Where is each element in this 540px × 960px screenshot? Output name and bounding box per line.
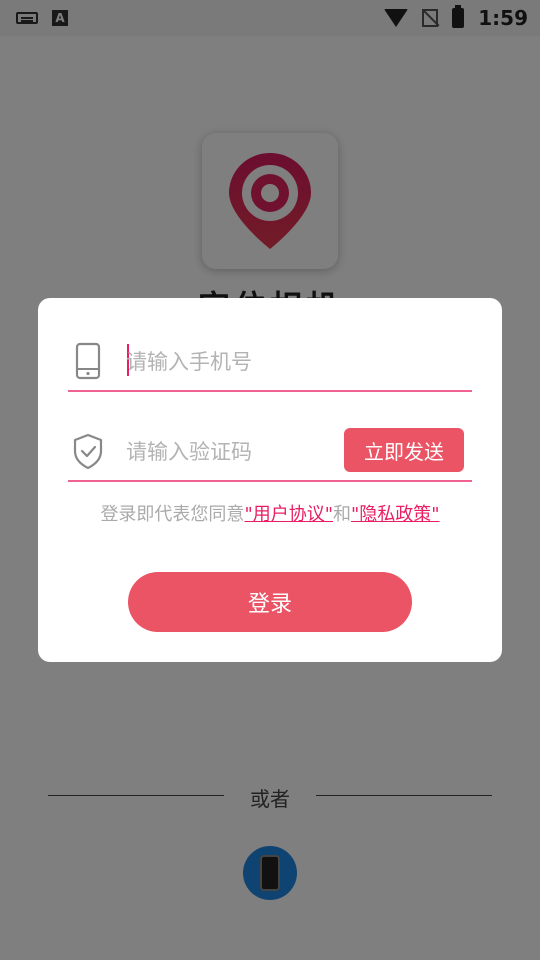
mobile-phone-icon <box>75 342 101 380</box>
verification-code-input[interactable] <box>126 432 336 472</box>
agreement-text: 登录即代表您同意"用户协议"和"隐私政策" <box>100 504 440 525</box>
send-code-button[interactable]: 立即发送 <box>344 428 464 472</box>
phone-input[interactable] <box>126 342 456 382</box>
shield-check-icon <box>73 433 103 470</box>
privacy-policy-link[interactable]: "隐私政策" <box>351 504 440 525</box>
login-dialog: 立即发送 登录即代表您同意"用户协议"和"隐私政策" 登录 <box>38 298 502 662</box>
code-field: 立即发送 <box>68 422 472 482</box>
user-agreement-link[interactable]: "用户协议" <box>244 504 333 525</box>
phone-field <box>68 332 472 392</box>
login-button[interactable]: 登录 <box>128 572 412 632</box>
